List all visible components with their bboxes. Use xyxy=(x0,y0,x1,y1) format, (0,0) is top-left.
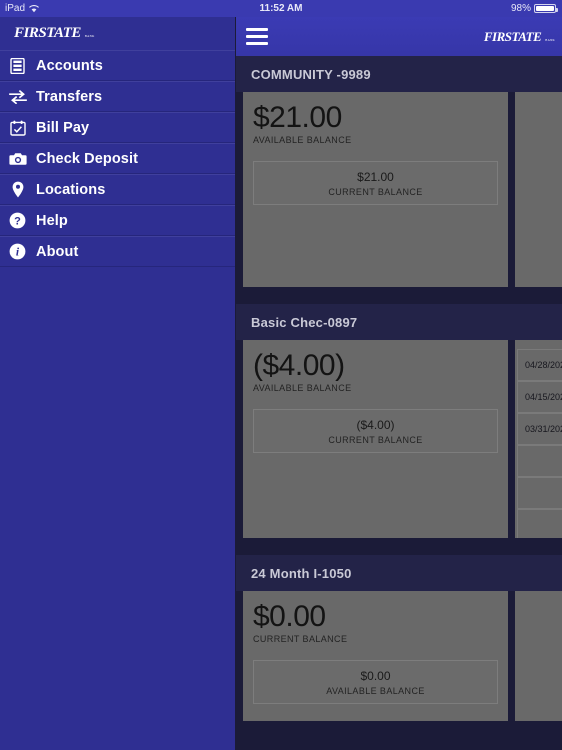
transaction-pane[interactable] xyxy=(515,92,562,287)
sidebar-item-transfers[interactable]: Transfers xyxy=(0,81,235,112)
transaction-row[interactable]: 04/28/2020 xyxy=(518,349,562,381)
sidebar-menu: Accounts Transfers Bill Pay Check Deposi… xyxy=(0,50,235,267)
status-bar: iPad 11:52 AM 98% xyxy=(0,0,562,17)
accounts-icon xyxy=(8,56,27,75)
logo-subtext: BANK xyxy=(545,37,555,42)
battery-percent: 98% xyxy=(510,3,531,14)
help-icon: ? xyxy=(8,211,27,230)
transaction-row[interactable]: 03/31/2020 xyxy=(518,413,562,445)
account-card-title: Basic Chec-0897 xyxy=(236,304,562,340)
svg-text:?: ? xyxy=(14,216,21,228)
sidebar-item-accounts[interactable]: Accounts xyxy=(0,50,235,81)
transaction-date: 04/15/2020 xyxy=(525,392,562,402)
sidebar-item-label: About xyxy=(36,243,79,260)
logo-wordmark: FIRSTATE xyxy=(483,28,542,44)
sidebar-item-label: Accounts xyxy=(36,57,103,74)
app-root: iPad 11:52 AM 98% FIRSTATE BANK Accounts… xyxy=(0,0,562,750)
secondary-amount: $0.00 xyxy=(360,668,391,683)
sidebar-item-label: Locations xyxy=(36,181,106,198)
status-bar-right: 98% xyxy=(510,3,558,14)
secondary-amount: $21.00 xyxy=(357,169,394,184)
secondary-amount: ($4.00) xyxy=(356,417,395,432)
account-card[interactable]: Basic Chec-0897 ($4.00) AVAILABLE BALANC… xyxy=(236,304,562,538)
secondary-amount-label: CURRENT BALANCE xyxy=(328,186,423,197)
firstate-logo: FIRSTATE BANK xyxy=(484,29,555,45)
sidebar-item-label: Bill Pay xyxy=(36,119,90,136)
sidebar-item-label: Help xyxy=(36,212,68,229)
balance-pane: ($4.00) AVAILABLE BALANCE ($4.00) CURREN… xyxy=(243,340,508,538)
secondary-balance-box[interactable]: $21.00 CURRENT BALANCE xyxy=(253,161,498,206)
top-navigation-bar: FIRSTATE BANK xyxy=(236,17,562,56)
sidebar-item-bill-pay[interactable]: Bill Pay xyxy=(0,112,235,143)
balance-pane: $21.00 AVAILABLE BALANCE $21.00 CURRENT … xyxy=(243,92,508,287)
primary-amount: ($4.00) xyxy=(253,349,345,382)
sidebar-item-help[interactable]: ? Help xyxy=(0,205,235,236)
about-icon: i xyxy=(8,242,27,261)
transaction-date: 04/28/2020 xyxy=(525,360,562,370)
primary-amount-label: CURRENT BALANCE xyxy=(253,634,348,645)
firstate-logo: FIRSTATE BANK xyxy=(14,25,95,41)
sidebar-item-locations[interactable]: Locations xyxy=(0,174,235,205)
sidebar-item-about[interactable]: i About xyxy=(0,236,235,267)
balance-pane: $0.00 CURRENT BALANCE $0.00 AVAILABLE BA… xyxy=(243,591,508,721)
battery-icon xyxy=(534,4,558,13)
account-card-body: $0.00 CURRENT BALANCE $0.00 AVAILABLE BA… xyxy=(236,591,562,721)
primary-amount: $21.00 xyxy=(253,101,342,134)
sidebar-item-label: Check Deposit xyxy=(36,150,139,167)
account-card[interactable]: COMMUNITY -9989 $21.00 AVAILABLE BALANCE… xyxy=(236,56,562,287)
transaction-row[interactable] xyxy=(518,509,562,538)
secondary-amount-label: AVAILABLE BALANCE xyxy=(326,685,425,696)
transaction-row[interactable] xyxy=(518,445,562,477)
sidebar: FIRSTATE BANK Accounts Transfers Bill Pa… xyxy=(0,0,236,750)
secondary-amount-label: CURRENT BALANCE xyxy=(328,434,423,445)
check-deposit-icon xyxy=(8,149,27,168)
sidebar-item-check-deposit[interactable]: Check Deposit xyxy=(0,143,235,174)
transaction-date: 03/31/2020 xyxy=(525,424,562,434)
transfers-icon xyxy=(8,87,27,106)
hamburger-icon[interactable] xyxy=(246,28,268,45)
transaction-list: 04/28/2020 04/15/2020 03/31/2020 xyxy=(517,349,562,538)
account-card-title: 24 Month I-1050 xyxy=(236,555,562,591)
secondary-balance-box[interactable]: $0.00 AVAILABLE BALANCE xyxy=(253,660,498,705)
account-card-body: $21.00 AVAILABLE BALANCE $21.00 CURRENT … xyxy=(236,92,562,287)
account-card[interactable]: 24 Month I-1050 $0.00 CURRENT BALANCE $0… xyxy=(236,555,562,721)
bill-pay-icon xyxy=(8,118,27,137)
primary-amount-label: AVAILABLE BALANCE xyxy=(253,135,352,146)
main-content: FIRSTATE BANK COMMUNITY -9989 $21.00 AVA… xyxy=(236,0,562,750)
primary-amount: $0.00 xyxy=(253,600,326,633)
transaction-pane[interactable] xyxy=(515,591,562,721)
transaction-pane[interactable]: 04/28/2020 04/15/2020 03/31/2020 xyxy=(515,340,562,538)
logo-subtext: BANK xyxy=(84,33,95,38)
logo-wordmark: FIRSTATE xyxy=(14,24,81,41)
sidebar-item-label: Transfers xyxy=(36,88,103,105)
status-bar-time: 11:52 AM xyxy=(259,3,303,14)
transaction-row[interactable] xyxy=(518,477,562,509)
account-card-title: COMMUNITY -9989 xyxy=(236,56,562,92)
primary-amount-label: AVAILABLE BALANCE xyxy=(253,383,352,394)
transaction-row[interactable]: 04/15/2020 xyxy=(518,381,562,413)
sidebar-logo: FIRSTATE BANK xyxy=(0,17,235,48)
account-card-body: ($4.00) AVAILABLE BALANCE ($4.00) CURREN… xyxy=(236,340,562,538)
locations-icon xyxy=(8,180,27,199)
secondary-balance-box[interactable]: ($4.00) CURRENT BALANCE xyxy=(253,409,498,454)
